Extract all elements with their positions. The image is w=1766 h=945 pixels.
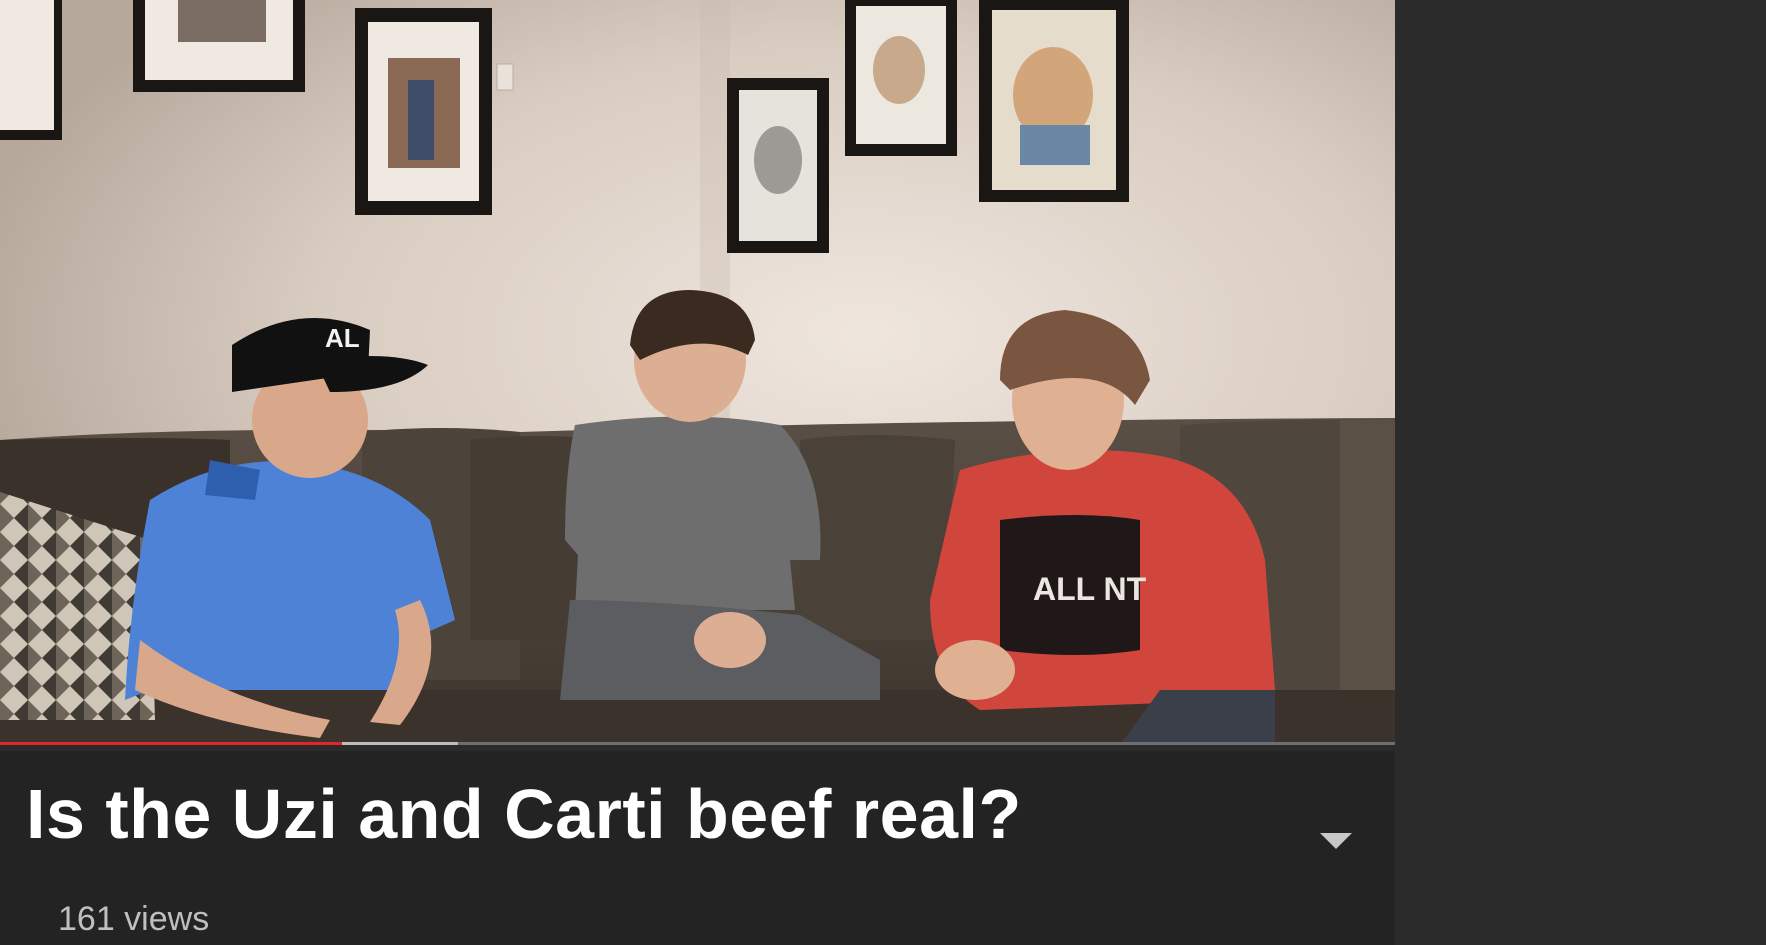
view-count: 161 views <box>58 900 210 938</box>
wall-frame-4 <box>727 78 829 253</box>
video-info-panel: Is the Uzi and Carti beef real? 161 view… <box>0 751 1395 945</box>
wall-frame-1 <box>0 0 62 140</box>
expand-description-button[interactable] <box>1316 826 1356 856</box>
progress-played <box>0 742 342 745</box>
shirt-text: ALL NT <box>1033 571 1147 607</box>
side-panel <box>1395 0 1766 945</box>
video-player[interactable]: AL ALL NT <box>0 0 1395 745</box>
video-title: Is the Uzi and Carti beef real? <box>26 775 1022 853</box>
chevron-down-icon <box>1320 833 1352 849</box>
wall-frame-3 <box>355 8 492 215</box>
progress-bar[interactable] <box>0 742 1395 745</box>
wall-frame-5 <box>845 0 957 156</box>
wall-frame-2 <box>133 0 305 92</box>
cap-text: AL <box>325 323 360 353</box>
wall-frame-6 <box>979 0 1129 202</box>
video-frame: AL ALL NT <box>0 0 1395 745</box>
